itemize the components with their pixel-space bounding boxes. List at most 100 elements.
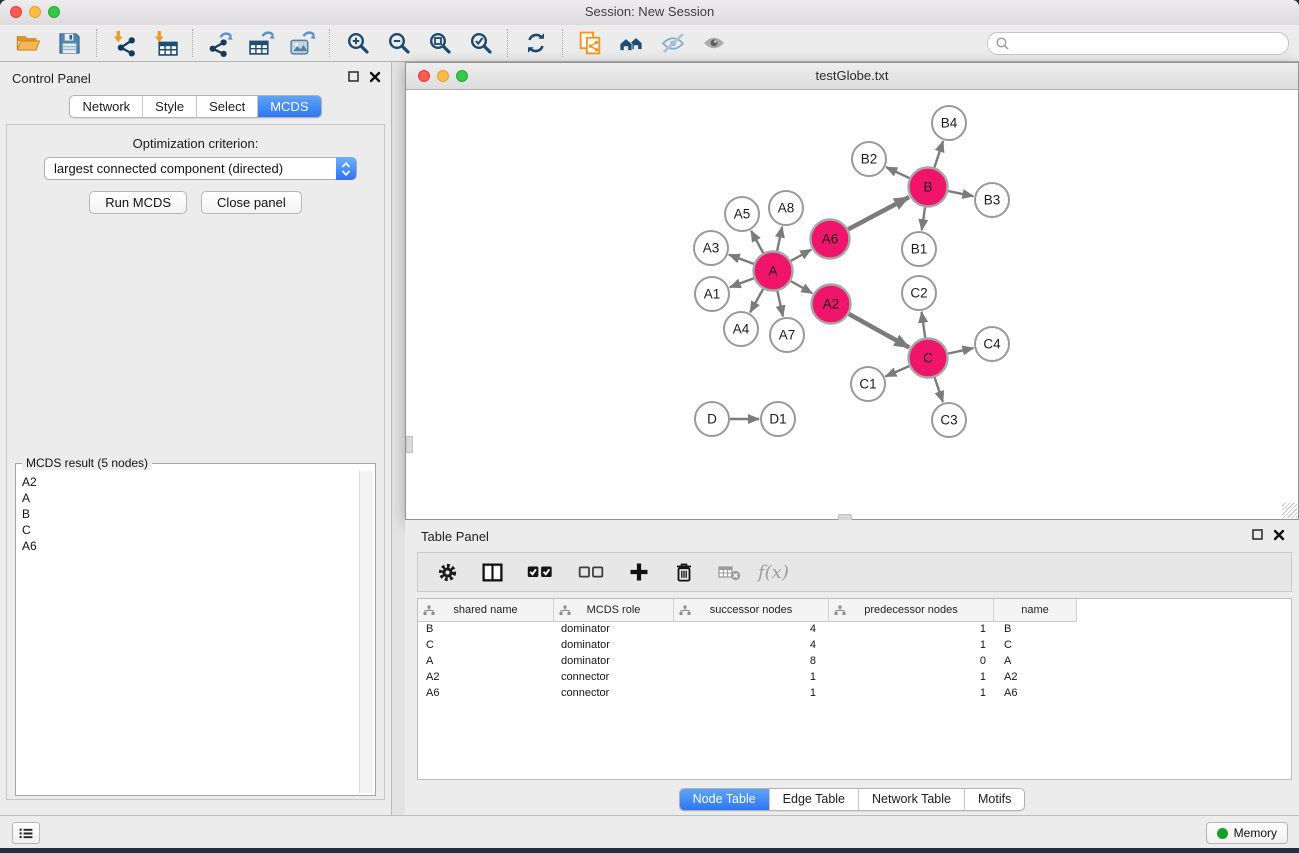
graph-edge-A-A3[interactable] <box>729 255 754 264</box>
select-all-columns-icon[interactable] <box>525 560 555 584</box>
table-cell[interactable]: 1 <box>674 687 829 699</box>
table-row[interactable]: Cdominator41C <box>418 637 1291 653</box>
refresh-view-icon[interactable] <box>515 27 556 59</box>
graph-edge-A-A6[interactable] <box>791 250 811 261</box>
table-cell[interactable]: A2 <box>994 671 1077 683</box>
table-cell[interactable]: C <box>418 639 554 651</box>
graph-edge-A-A2[interactable] <box>791 281 812 293</box>
table-cell[interactable]: dominator <box>554 639 674 651</box>
delete-table-icon[interactable] <box>717 560 741 584</box>
table-cell[interactable]: B <box>994 623 1077 635</box>
mcds-result-item[interactable]: C <box>22 522 359 538</box>
graph-edge-B-B2[interactable] <box>886 167 909 178</box>
show-all-networks-icon[interactable] <box>611 27 652 59</box>
add-column-icon[interactable] <box>627 560 651 584</box>
memory-button[interactable]: Memory <box>1206 822 1288 844</box>
table-cell[interactable]: 0 <box>829 655 994 667</box>
column-header-successor-nodes[interactable]: successor nodes <box>674 599 829 621</box>
show-hidden-icon[interactable] <box>693 27 734 59</box>
graph-edge-A-A5[interactable] <box>751 231 763 253</box>
table-cell[interactable]: A2 <box>418 671 554 683</box>
mcds-result-item[interactable]: A <box>22 490 359 506</box>
tab-network-table[interactable]: Network Table <box>858 789 964 810</box>
split-table-view-icon[interactable] <box>480 560 504 584</box>
table-cell[interactable]: dominator <box>554 655 674 667</box>
zoom-selected-icon[interactable] <box>460 27 501 59</box>
table-cell[interactable]: A <box>418 655 554 667</box>
graph-edge-C-C1[interactable] <box>885 366 909 376</box>
table-cell[interactable]: A6 <box>994 687 1077 699</box>
open-session-icon[interactable] <box>8 27 49 59</box>
optimization-criterion-select[interactable]: largest connected component (directed) <box>44 157 357 180</box>
table-cell[interactable]: 1 <box>829 687 994 699</box>
table-cell[interactable]: 1 <box>829 639 994 651</box>
graph-edge-A2-C[interactable] <box>849 314 909 348</box>
tab-style[interactable]: Style <box>142 96 196 117</box>
table-cell[interactable]: 4 <box>674 639 829 651</box>
table-cell[interactable]: A6 <box>418 687 554 699</box>
import-network-icon[interactable] <box>104 27 145 59</box>
tab-network[interactable]: Network <box>70 96 142 117</box>
network-canvas[interactable]: B4B2BB3A8A5A6A3B1AA1C2A2A4A7C4CC1C3DD1 <box>406 90 1298 519</box>
clone-network-icon[interactable] <box>570 27 611 59</box>
float-table-panel-icon[interactable] <box>1252 529 1264 541</box>
table-row[interactable]: Adominator80A <box>418 653 1291 669</box>
hide-selected-icon[interactable] <box>652 27 693 59</box>
search-field[interactable] <box>987 32 1289 55</box>
table-cell[interactable]: A <box>994 655 1077 667</box>
table-cell[interactable]: 4 <box>674 623 829 635</box>
table-row[interactable]: Bdominator41B <box>418 621 1291 637</box>
column-header-mcds-role[interactable]: MCDS role <box>554 599 674 621</box>
table-cell[interactable]: 8 <box>674 655 829 667</box>
graph-edge-A-A4[interactable] <box>750 289 763 312</box>
close-panel-icon[interactable] <box>369 71 381 83</box>
save-session-icon[interactable] <box>49 27 90 59</box>
table-cell[interactable]: connector <box>554 687 674 699</box>
export-table-icon[interactable] <box>241 27 282 59</box>
table-cell[interactable]: 1 <box>674 671 829 683</box>
graph-edge-A-A7[interactable] <box>777 291 783 316</box>
table-cell[interactable]: C <box>994 639 1077 651</box>
tab-edge-table[interactable]: Edge Table <box>769 789 858 810</box>
left-pane-handle[interactable] <box>406 436 413 453</box>
table-cell[interactable]: B <box>418 623 554 635</box>
close-panel-button[interactable]: Close panel <box>201 191 302 214</box>
export-network-icon[interactable] <box>200 27 241 59</box>
mcds-result-item[interactable]: B <box>22 506 359 522</box>
tab-mcds[interactable]: MCDS <box>257 96 320 117</box>
table-cell[interactable]: 1 <box>829 623 994 635</box>
table-row[interactable]: A6connector11A6 <box>418 685 1291 701</box>
table-row[interactable]: A2connector11A2 <box>418 669 1291 685</box>
table-settings-icon[interactable] <box>435 560 459 584</box>
delete-columns-icon[interactable] <box>672 560 696 584</box>
float-panel-icon[interactable] <box>348 71 360 83</box>
tab-select[interactable]: Select <box>196 96 257 117</box>
graph-edge-C-C4[interactable] <box>948 348 973 354</box>
zoom-out-icon[interactable] <box>378 27 419 59</box>
search-input[interactable] <box>1014 34 1288 52</box>
graph-edge-A6-B[interactable] <box>848 197 909 229</box>
task-history-button[interactable] <box>12 822 40 844</box>
column-header-shared-name[interactable]: shared name <box>418 599 554 621</box>
network-window-titlebar[interactable]: testGlobe.txt <box>406 63 1298 90</box>
function-builder-icon[interactable]: f(x) <box>758 562 789 583</box>
graph-edge-A-A8[interactable] <box>777 227 782 251</box>
graph-edge-C-C2[interactable] <box>922 312 926 338</box>
tab-node-table[interactable]: Node Table <box>680 789 769 810</box>
graph-edge-C-C3[interactable] <box>935 377 943 402</box>
table-cell[interactable]: dominator <box>554 623 674 635</box>
graph-edge-B-B3[interactable] <box>948 191 973 196</box>
zoom-in-icon[interactable] <box>337 27 378 59</box>
result-list-scrollbar[interactable] <box>359 471 373 793</box>
window-resize-grip[interactable] <box>1282 503 1297 518</box>
run-mcds-button[interactable]: Run MCDS <box>89 191 187 214</box>
mcds-result-item[interactable]: A2 <box>22 474 359 490</box>
graph-edge-B-B1[interactable] <box>922 207 925 230</box>
export-image-icon[interactable] <box>282 27 323 59</box>
deselect-all-columns-icon[interactable] <box>576 560 606 584</box>
zoom-fit-icon[interactable] <box>419 27 460 59</box>
graph-edge-B-B4[interactable] <box>934 141 943 167</box>
table-cell[interactable]: 1 <box>829 671 994 683</box>
column-header-name[interactable]: name <box>994 599 1077 621</box>
tab-motifs[interactable]: Motifs <box>964 789 1024 810</box>
